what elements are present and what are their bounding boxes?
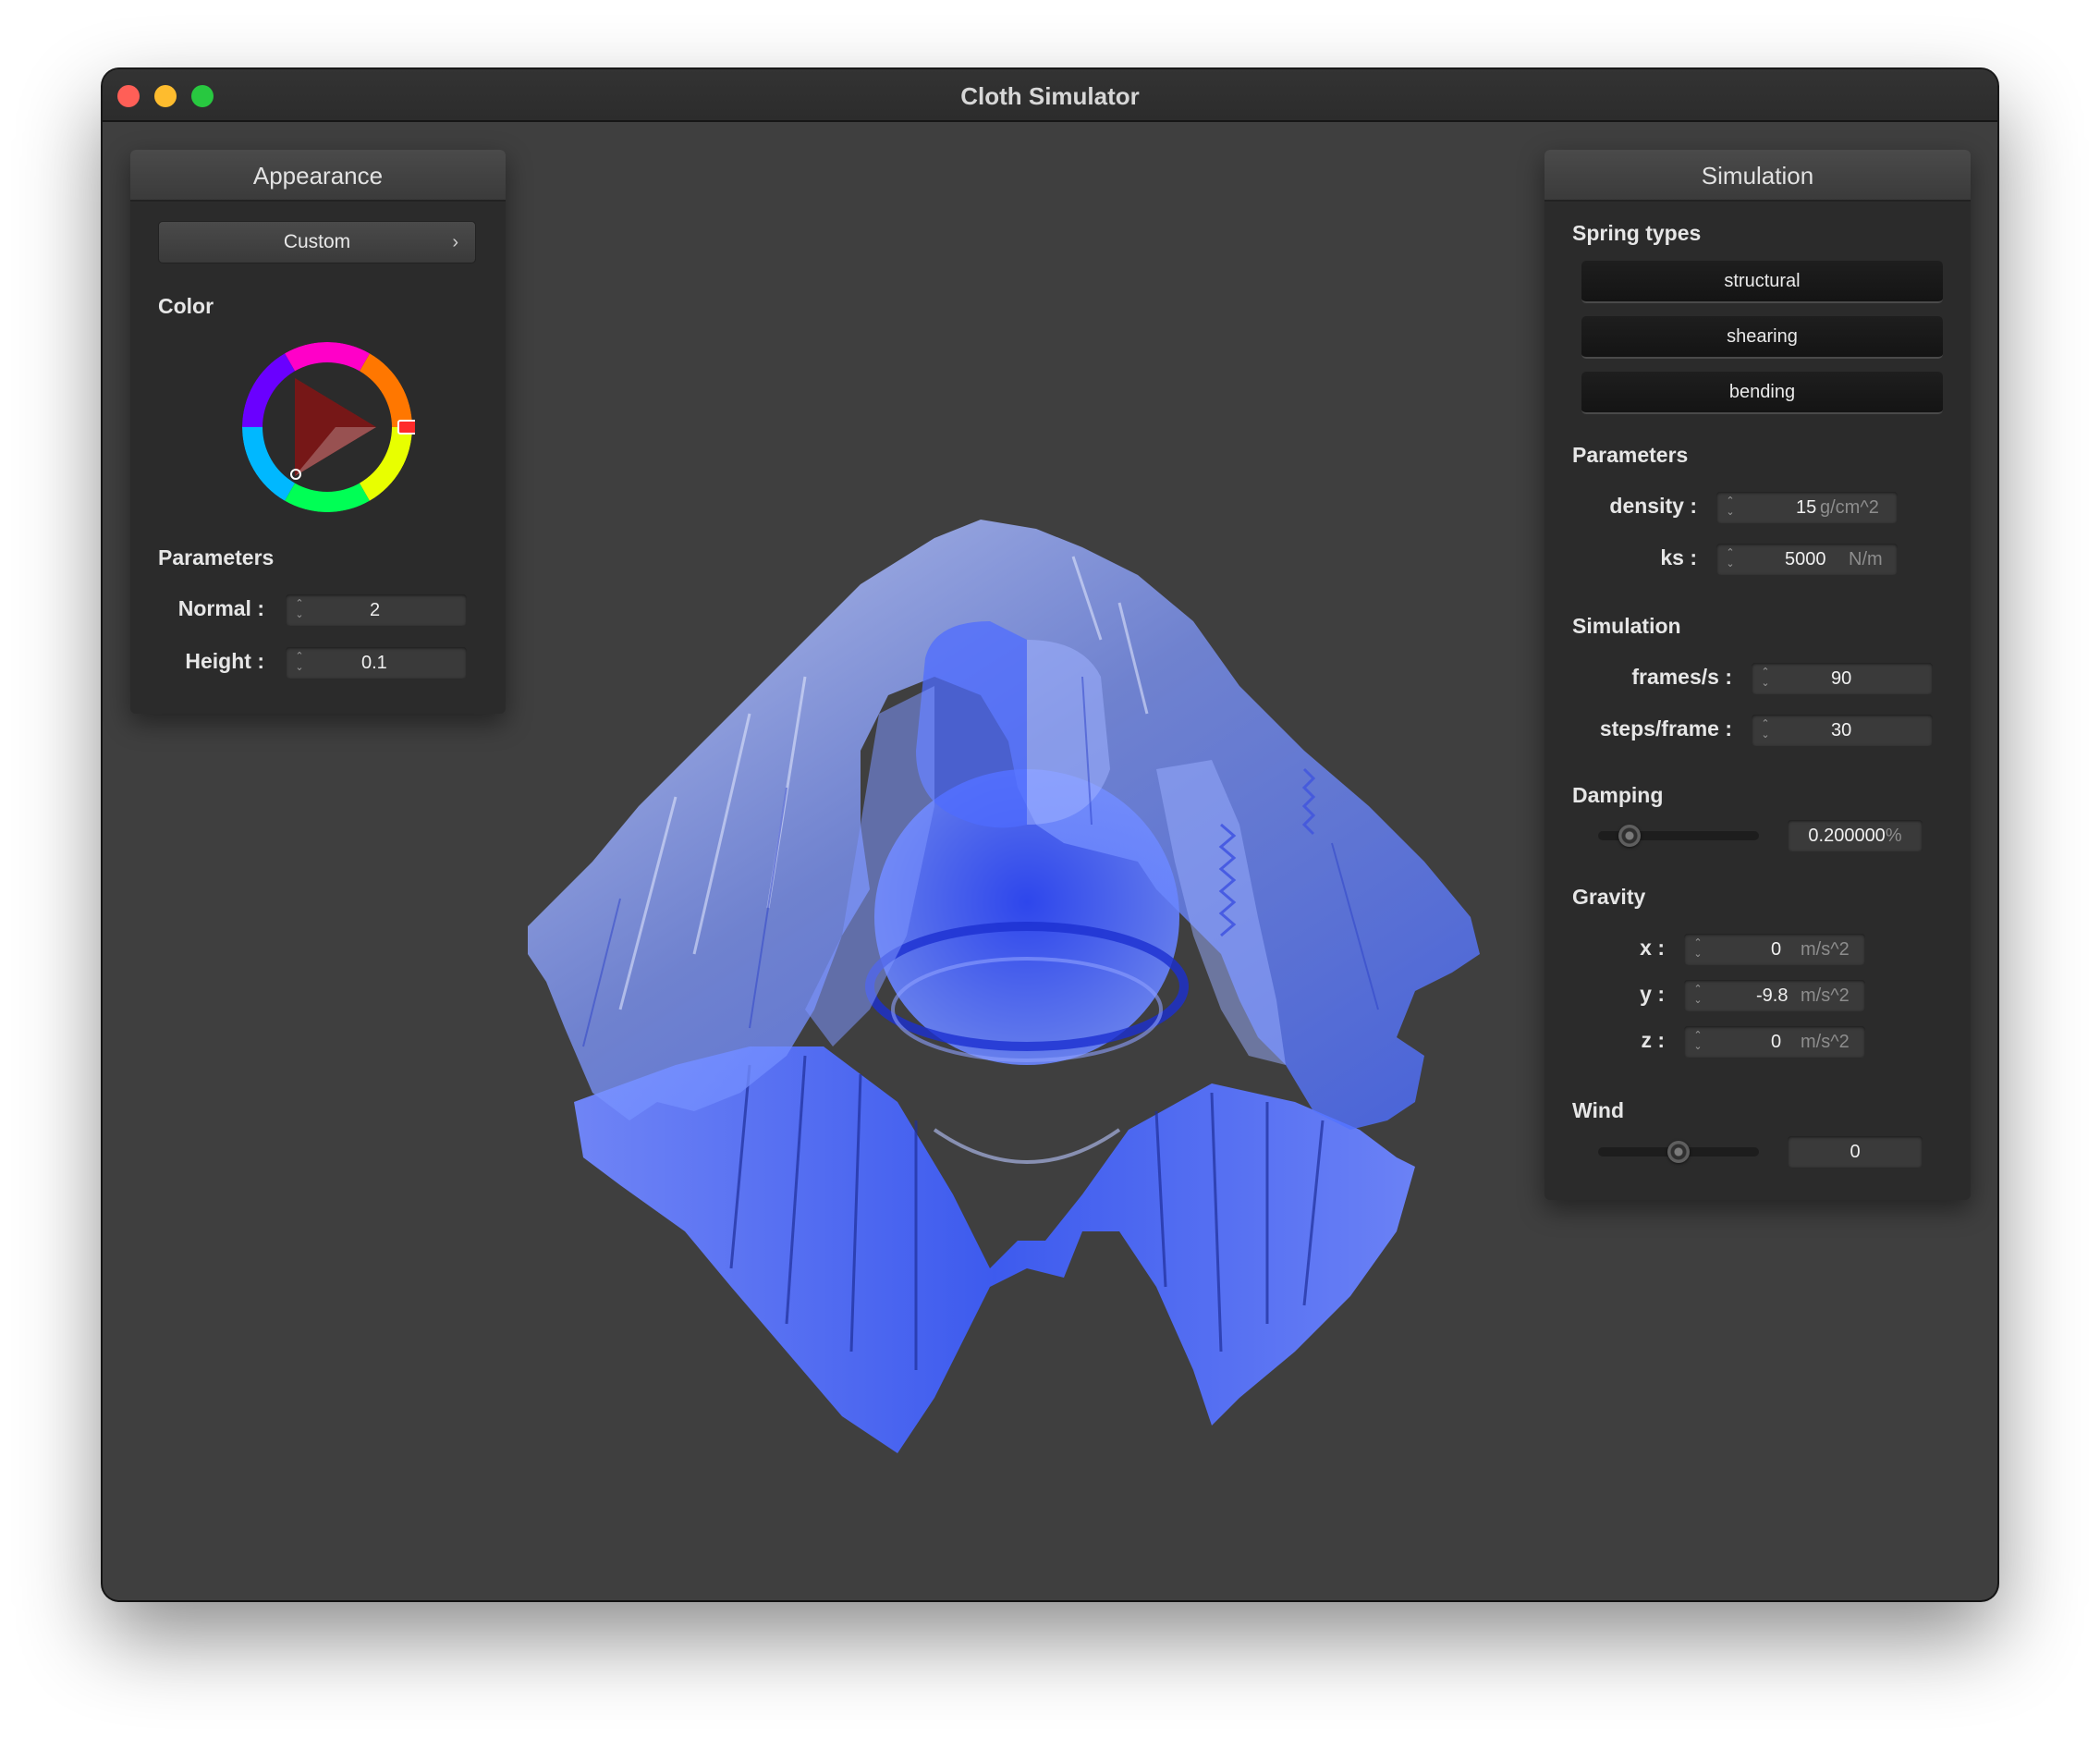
- simulation-panel: Simulation Spring types structural shear…: [1544, 150, 1971, 1200]
- stepper-arrows-icon[interactable]: ⌃ ⌄: [1759, 667, 1772, 691]
- damping-field[interactable]: 0.200000%: [1788, 820, 1923, 851]
- color-wheel[interactable]: [239, 339, 415, 515]
- gravity-z-label: z :: [1641, 1028, 1665, 1052]
- steps-label: steps/frame :: [1599, 716, 1732, 740]
- density-label: density :: [1609, 494, 1697, 518]
- gravity-label: Gravity: [1572, 885, 1646, 909]
- structural-button[interactable]: structural: [1581, 261, 1943, 303]
- ks-label: ks :: [1660, 545, 1697, 569]
- ks-stepper[interactable]: ⌃ ⌄ 5000 N/m: [1716, 544, 1898, 575]
- frames-label: frames/s :: [1631, 665, 1732, 689]
- gravity-z-unit: m/s^2: [1801, 1032, 1850, 1052]
- gravity-x-value: 0: [1771, 939, 1782, 960]
- gravity-z-value: 0: [1771, 1032, 1782, 1052]
- damping-unit: %: [1885, 826, 1902, 846]
- gravity-y-value: -9.8: [1756, 985, 1789, 1006]
- stepper-arrows-icon[interactable]: ⌃ ⌄: [1691, 1030, 1704, 1054]
- stepper-arrows-icon[interactable]: ⌃ ⌄: [1691, 984, 1704, 1008]
- simulation-section-label: Simulation: [1572, 614, 1681, 638]
- damping-label: Damping: [1572, 783, 1664, 807]
- stepper-arrows-icon[interactable]: ⌃ ⌄: [293, 651, 306, 675]
- simulation-parameters-label: Parameters: [1572, 443, 1689, 467]
- stepper-arrows-icon[interactable]: ⌃ ⌄: [1759, 718, 1772, 742]
- stepper-arrows-icon[interactable]: ⌃ ⌄: [1724, 547, 1737, 571]
- simulation-panel-title[interactable]: Simulation: [1544, 150, 1971, 202]
- steps-stepper[interactable]: ⌃ ⌄ 30: [1752, 715, 1933, 746]
- wind-label: Wind: [1572, 1098, 1624, 1122]
- shader-dropdown-value: Custom: [283, 231, 351, 252]
- damping-slider-handle[interactable]: [1618, 825, 1641, 847]
- frames-value: 90: [1831, 668, 1852, 689]
- frames-stepper[interactable]: ⌃ ⌄ 90: [1752, 663, 1933, 694]
- stepper-arrows-icon[interactable]: ⌃ ⌄: [293, 598, 306, 622]
- height-stepper[interactable]: ⌃ ⌄ 0.1: [286, 647, 467, 679]
- height-label: Height :: [185, 649, 264, 673]
- gravity-y-unit: m/s^2: [1801, 985, 1850, 1006]
- height-value: 0.1: [361, 653, 387, 673]
- window-title: Cloth Simulator: [960, 82, 1140, 110]
- appearance-parameters-label: Parameters: [158, 545, 275, 569]
- normal-stepper[interactable]: ⌃ ⌄ 2: [286, 594, 467, 626]
- normal-value: 2: [370, 600, 381, 620]
- normal-label: Normal :: [177, 596, 264, 620]
- ks-value: 5000: [1785, 549, 1826, 569]
- wind-slider-handle[interactable]: [1667, 1141, 1690, 1163]
- app-window: Cloth Simulator Appearance Custom › Colo…: [103, 69, 1997, 1600]
- gravity-x-stepper[interactable]: ⌃ ⌄ 0 m/s^2: [1684, 934, 1865, 965]
- title-bar: Cloth Simulator: [103, 69, 1997, 122]
- wind-value: 0: [1850, 1142, 1861, 1162]
- stepper-arrows-icon[interactable]: ⌃ ⌄: [1724, 496, 1737, 520]
- gravity-y-label: y :: [1640, 982, 1665, 1006]
- chevron-right-icon: ›: [452, 232, 458, 252]
- spring-types-label: Spring types: [1572, 221, 1702, 245]
- gravity-y-stepper[interactable]: ⌃ ⌄ -9.8 m/s^2: [1684, 980, 1865, 1011]
- gravity-x-label: x :: [1640, 936, 1665, 960]
- damping-value: 0.200000: [1808, 826, 1886, 846]
- color-label: Color: [158, 294, 214, 318]
- stepper-arrows-icon[interactable]: ⌃ ⌄: [1691, 937, 1704, 961]
- ks-unit: N/m: [1849, 549, 1883, 569]
- density-unit: g/cm^2: [1820, 497, 1879, 518]
- shader-dropdown[interactable]: Custom ›: [158, 221, 476, 263]
- density-stepper[interactable]: ⌃ ⌄ 15 g/cm^2: [1716, 492, 1898, 523]
- density-value: 15: [1796, 497, 1817, 518]
- shearing-button[interactable]: shearing: [1581, 316, 1943, 359]
- appearance-panel: Appearance Custom › Color Parameters Nor…: [130, 150, 506, 714]
- wind-field[interactable]: 0: [1788, 1136, 1923, 1168]
- steps-value: 30: [1831, 720, 1852, 740]
- gravity-x-unit: m/s^2: [1801, 939, 1850, 960]
- gravity-z-stepper[interactable]: ⌃ ⌄ 0 m/s^2: [1684, 1026, 1865, 1058]
- appearance-panel-title[interactable]: Appearance: [130, 150, 506, 202]
- bending-button[interactable]: bending: [1581, 372, 1943, 414]
